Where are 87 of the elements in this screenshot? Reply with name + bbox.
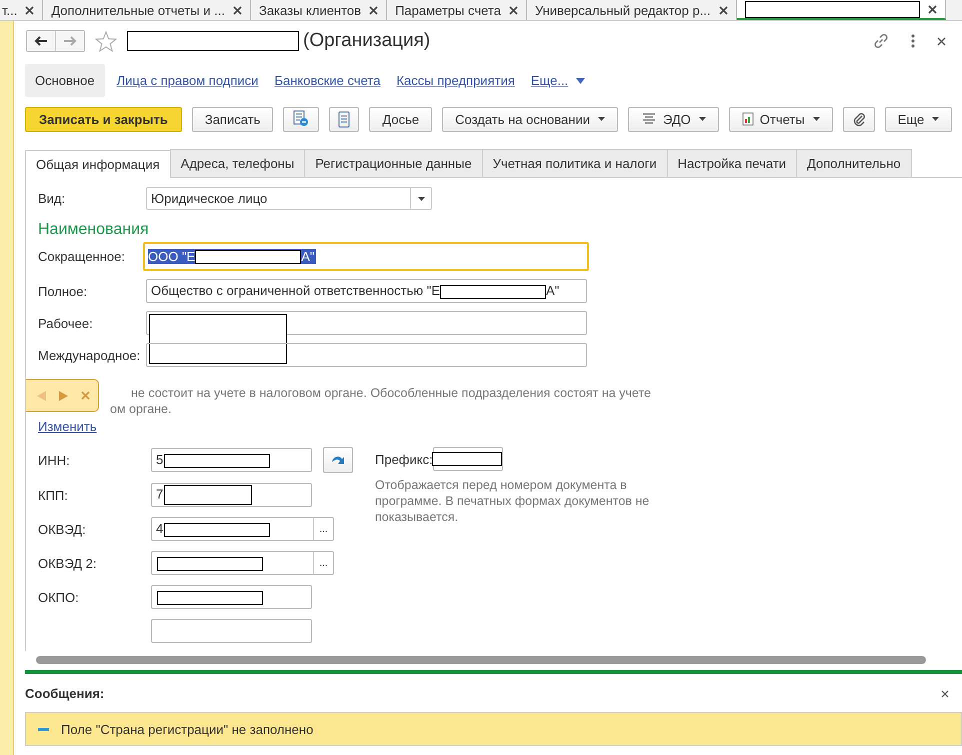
note-text: не состоит на учете в налоговом органе. Обособленные подразделения состоят на учете <box>131 386 651 400</box>
toolbar-button[interactable] <box>842 106 875 132</box>
input-field[interactable] <box>146 343 587 367</box>
input-field[interactable]: 7 <box>151 483 312 507</box>
lines-icon <box>640 112 657 126</box>
open-tab[interactable]: т... <box>0 0 44 20</box>
section-heading: Наименования <box>38 221 150 239</box>
input-field[interactable] <box>151 585 312 609</box>
input-field[interactable]: ... <box>151 551 334 575</box>
link-icon[interactable] <box>873 33 889 49</box>
dropdown-button[interactable]: Еще <box>884 106 952 132</box>
nav-link[interactable]: Кассы предприятия <box>392 64 519 96</box>
field-label: Международное: <box>38 348 142 362</box>
change-link[interactable]: Изменить <box>38 419 97 434</box>
field-label: ОКВЭД 2: <box>38 556 98 570</box>
close-icon[interactable] <box>369 6 378 14</box>
note-text: ом органе. <box>110 402 172 416</box>
tab[interactable]: Общая информация <box>25 150 171 178</box>
tab[interactable]: Регистрационные данные <box>304 149 483 177</box>
window-title: (Организация) <box>303 30 430 52</box>
toolbar-button[interactable] <box>283 106 320 132</box>
open-tab[interactable] <box>736 0 946 20</box>
field-label: Префикс: <box>375 452 433 466</box>
caret-icon <box>576 78 586 84</box>
save-close-button[interactable]: Записать и закрыть <box>25 106 182 132</box>
close-icon[interactable] <box>25 6 34 14</box>
toolbar-button[interactable]: Досье <box>369 106 432 132</box>
star-icon[interactable] <box>95 30 117 52</box>
document-icon <box>292 110 310 128</box>
paperclip-icon <box>852 111 866 127</box>
prefix-field[interactable] <box>432 447 503 471</box>
input-field[interactable]: Общество с ограниченной ответственностью "Е А" <box>146 279 587 303</box>
field-label: Полное: <box>38 284 88 298</box>
input-field[interactable]: ООО "Е А" <box>143 242 589 271</box>
choice-button[interactable]: ... <box>313 518 333 540</box>
curved-arrow-icon <box>330 454 346 466</box>
toolbar-button[interactable] <box>329 106 360 132</box>
message-text: Поле "Страна регистрации" не заполнено <box>61 722 314 736</box>
open-tab[interactable]: Дополнительные отчеты и ... <box>43 0 251 20</box>
caret-icon <box>598 117 605 121</box>
field-label: ОКПО: <box>38 590 80 604</box>
tab[interactable]: Адреса, телефоны <box>170 149 306 177</box>
input-field[interactable]: 4 ... <box>151 517 334 541</box>
choice-button[interactable]: ... <box>313 552 333 574</box>
dropdown-button[interactable]: Создать на основании <box>442 106 618 132</box>
close-icon[interactable] <box>928 4 937 14</box>
input-field[interactable]: 5 <box>151 448 312 472</box>
dropdown-button[interactable]: Отчеты <box>728 106 833 132</box>
fill-button[interactable] <box>323 447 353 473</box>
field-label: КПП: <box>38 488 69 502</box>
dash-icon <box>38 728 49 730</box>
redaction-box <box>432 452 502 466</box>
nav-link[interactable]: Банковские счета <box>270 64 384 96</box>
input-field[interactable] <box>151 619 312 643</box>
tab[interactable]: Настройка печати <box>666 149 798 177</box>
close-icon[interactable] <box>232 6 242 14</box>
nav-link[interactable]: Основное <box>25 64 105 96</box>
caret-icon <box>932 117 940 121</box>
dropdown-button[interactable]: ЭДО <box>628 106 719 132</box>
field-label: Сокращенное: <box>38 249 126 264</box>
right-arrow-icon <box>63 36 77 46</box>
close-icon[interactable] <box>718 6 728 14</box>
nav-link[interactable]: Еще... <box>526 64 590 96</box>
field-label: ОКВЭД: <box>38 522 87 536</box>
caret-icon <box>698 117 706 121</box>
caret-icon <box>418 196 424 200</box>
kind-select[interactable]: Юридическое лицо <box>146 187 432 210</box>
hint-text: Отображается перед номером документа в программе. В печатных формах документов не показывается. <box>375 477 650 525</box>
close-icon[interactable] <box>508 6 518 14</box>
nav-link[interactable]: Лица с правом подписи <box>112 64 262 96</box>
tab[interactable]: Дополнительно <box>796 149 912 177</box>
back-button[interactable] <box>27 31 55 51</box>
open-tab[interactable]: Параметры счета <box>387 0 527 20</box>
close-icon[interactable] <box>937 36 946 46</box>
list-icon <box>338 110 350 128</box>
more-icon[interactable] <box>911 34 915 48</box>
tab[interactable]: Учетная политика и налоги <box>482 149 668 177</box>
field-label: ИНН: <box>38 452 71 468</box>
close-icon[interactable] <box>941 690 949 698</box>
report-icon <box>742 112 754 126</box>
field-label: Рабочее: <box>38 316 94 330</box>
caret-icon <box>812 117 820 121</box>
messages-title: Сообщения: <box>25 686 104 701</box>
field-label: Вид: <box>38 191 66 206</box>
open-tab[interactable]: Заказы клиентов <box>250 0 388 20</box>
left-arrow-icon <box>34 36 48 46</box>
toolbar-button[interactable]: Записать <box>192 106 274 132</box>
